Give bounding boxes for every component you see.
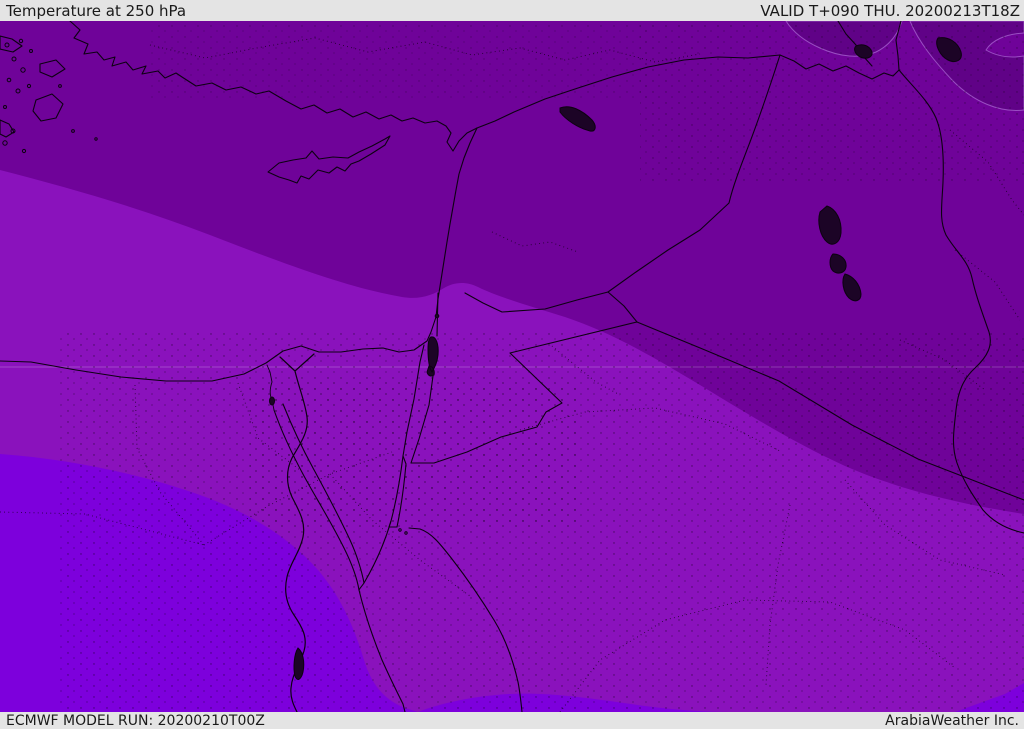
map-title: Temperature at 250 hPa (6, 1, 187, 20)
weather-map-canvas (0, 21, 1024, 712)
bitter-lakes (269, 396, 275, 406)
header-bar: Temperature at 250 hPa VALID T+090 THU. … (0, 0, 1024, 21)
footer-bar: ECMWF MODEL RUN: 20200210T00Z ArabiaWeat… (0, 712, 1024, 729)
sea-of-galilee (434, 313, 440, 319)
model-run-label: ECMWF MODEL RUN: 20200210T00Z (6, 712, 265, 729)
credit-label: ArabiaWeather Inc. (885, 712, 1019, 729)
valid-time-label: VALID T+090 THU. 20200213T18Z (760, 1, 1020, 20)
weather-map (0, 21, 1024, 712)
